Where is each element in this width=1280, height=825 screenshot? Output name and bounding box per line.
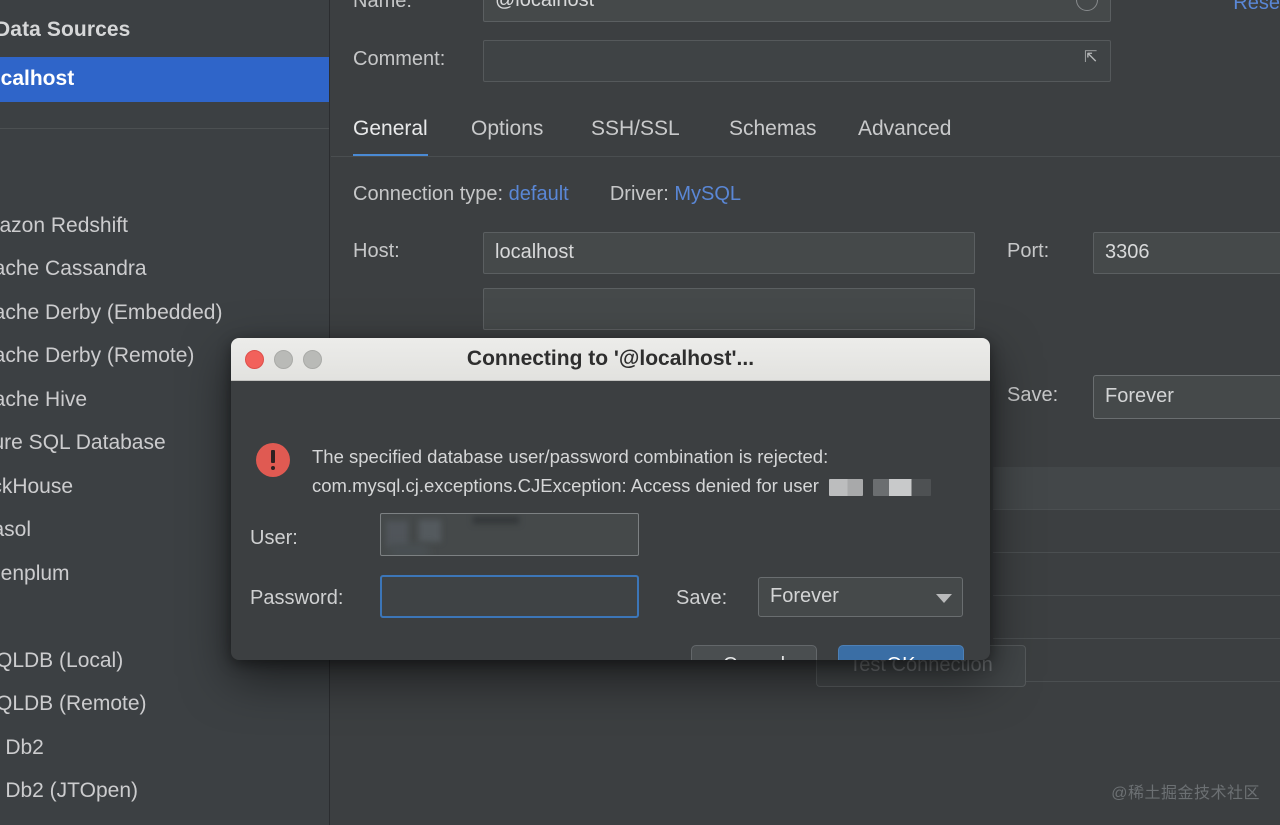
comment-row: Comment: ⇱ [331,40,1280,82]
driver-value[interactable]: MySQL [674,183,741,205]
host-label: Host: [353,240,400,262]
sidebar-item-localhost[interactable]: localhost [0,57,329,102]
connection-type-row: Connection type: default Driver: MySQL [353,183,741,206]
tab-options[interactable]: Options [471,110,543,157]
connection-credentials-dialog: Connecting to '@localhost'... The specif… [231,338,990,660]
list-item[interactable]: s [0,160,329,204]
list-item-label: pache Derby (Embedded) [0,300,223,324]
table-row [993,510,1280,553]
background-table [993,467,1280,682]
name-row: Name: @localhost [331,0,1280,22]
dialog-save-value: Forever [770,585,839,607]
list-item-label: lickHouse [0,474,74,498]
ok-button[interactable]: OK [838,645,964,660]
connection-type-label: Connection type: [353,183,504,205]
list-item-label: mazon Redshift [0,213,128,237]
sidebar-item-label: localhost [0,67,75,90]
port-input[interactable]: 3306 [1093,232,1280,274]
list-item-label: pache Cassandra [0,257,147,280]
dialog-body: The specified database user/password com… [231,381,990,660]
port-input-value: 3306 [1105,241,1150,263]
list-item-label: pache Hive [0,387,88,411]
save-label: Save: [1007,384,1059,406]
host-port-row: Host: localhost Port: 3306 [331,232,1280,274]
redacted-block [872,478,931,496]
password-label: Password: [250,587,344,609]
settings-tabbar: General Options SSH/SSL Schemas Advanced [331,110,1280,157]
user-input[interactable] [380,513,639,556]
comment-label: Comment: [353,48,446,70]
tab-schemas[interactable]: Schemas [729,110,817,157]
sidebar-divider [0,128,329,129]
list-item-label: reenplum [0,561,70,585]
table-row [993,553,1280,596]
ok-button-label: OK [839,654,963,660]
cancel-button[interactable]: Cancel [691,645,817,660]
password-input[interactable] [380,575,639,618]
name-input-value: @localhost [495,0,595,11]
list-item[interactable]: pache Cassandra [0,247,329,291]
list-item-label: pache Derby (Remote) [0,344,195,367]
dialog-save-dropdown[interactable]: Forever [758,577,963,617]
save-dropdown[interactable]: Forever [1093,375,1280,419]
list-item-label: M Db2 [0,735,44,759]
list-item[interactable]: M Db2 [0,726,329,770]
error-message-line2: com.mysql.cj.exceptions.CJException: Acc… [312,475,931,497]
error-icon [256,443,290,477]
table-row [993,639,1280,682]
tab-advanced[interactable]: Advanced [858,110,951,157]
error-message-text: com.mysql.cj.exceptions.CJException: Acc… [312,475,819,496]
error-message-line1: The specified database user/password com… [312,446,829,467]
redacted-block [828,478,863,496]
list-item-label: zure SQL Database [0,431,166,454]
user-label: User: [250,527,298,549]
list-item[interactable]: mazon Redshift [0,204,329,248]
cancel-button-label: Cancel [692,654,816,660]
save-dropdown-value: Forever [1105,385,1174,407]
driver-label: Driver: [609,183,669,205]
list-item-label: SQLDB (Remote) [0,692,147,715]
table-row [993,467,1280,510]
expand-icon[interactable]: ⇱ [1084,49,1102,67]
host-input-value: localhost [495,241,574,263]
redacted-content [389,544,429,555]
dialog-titlebar[interactable]: Connecting to '@localhost'... [231,338,990,381]
tabbar-divider [331,156,1280,157]
color-swatch-icon[interactable] [1076,0,1098,11]
save-row: Save: Forever [1007,375,1280,419]
connection-type-value[interactable]: default [509,183,569,205]
list-item-label: M Db2 (JTOpen) [0,779,138,802]
tab-ssh-ssl[interactable]: SSH/SSL [591,110,680,157]
table-row [993,596,1280,639]
name-input[interactable]: @localhost [483,0,1111,22]
watermark: @稀土掘金技术社区 [1111,785,1260,802]
dialog-save-label: Save: [676,587,728,609]
redacted-content [419,520,441,542]
user-input-background[interactable] [483,288,975,330]
list-item-label: xasol [0,518,32,541]
tab-general[interactable]: General [353,110,428,157]
host-input[interactable]: localhost [483,232,975,274]
dialog-title: Connecting to '@localhost'... [466,347,755,370]
chevron-down-icon [936,594,952,603]
name-label: Name: [353,0,412,12]
list-item[interactable]: M Db2 (JTOpen) [0,769,329,813]
list-item[interactable]: pache Derby (Embedded) [0,291,329,335]
redacted-content [473,516,519,524]
list-item-label: SQLDB (Local) [0,648,124,672]
sidebar-title: t Data Sources [0,18,131,41]
port-label: Port: [1007,240,1050,262]
comment-input[interactable]: ⇱ [483,40,1111,82]
list-item[interactable]: SQLDB (Remote) [0,682,329,726]
